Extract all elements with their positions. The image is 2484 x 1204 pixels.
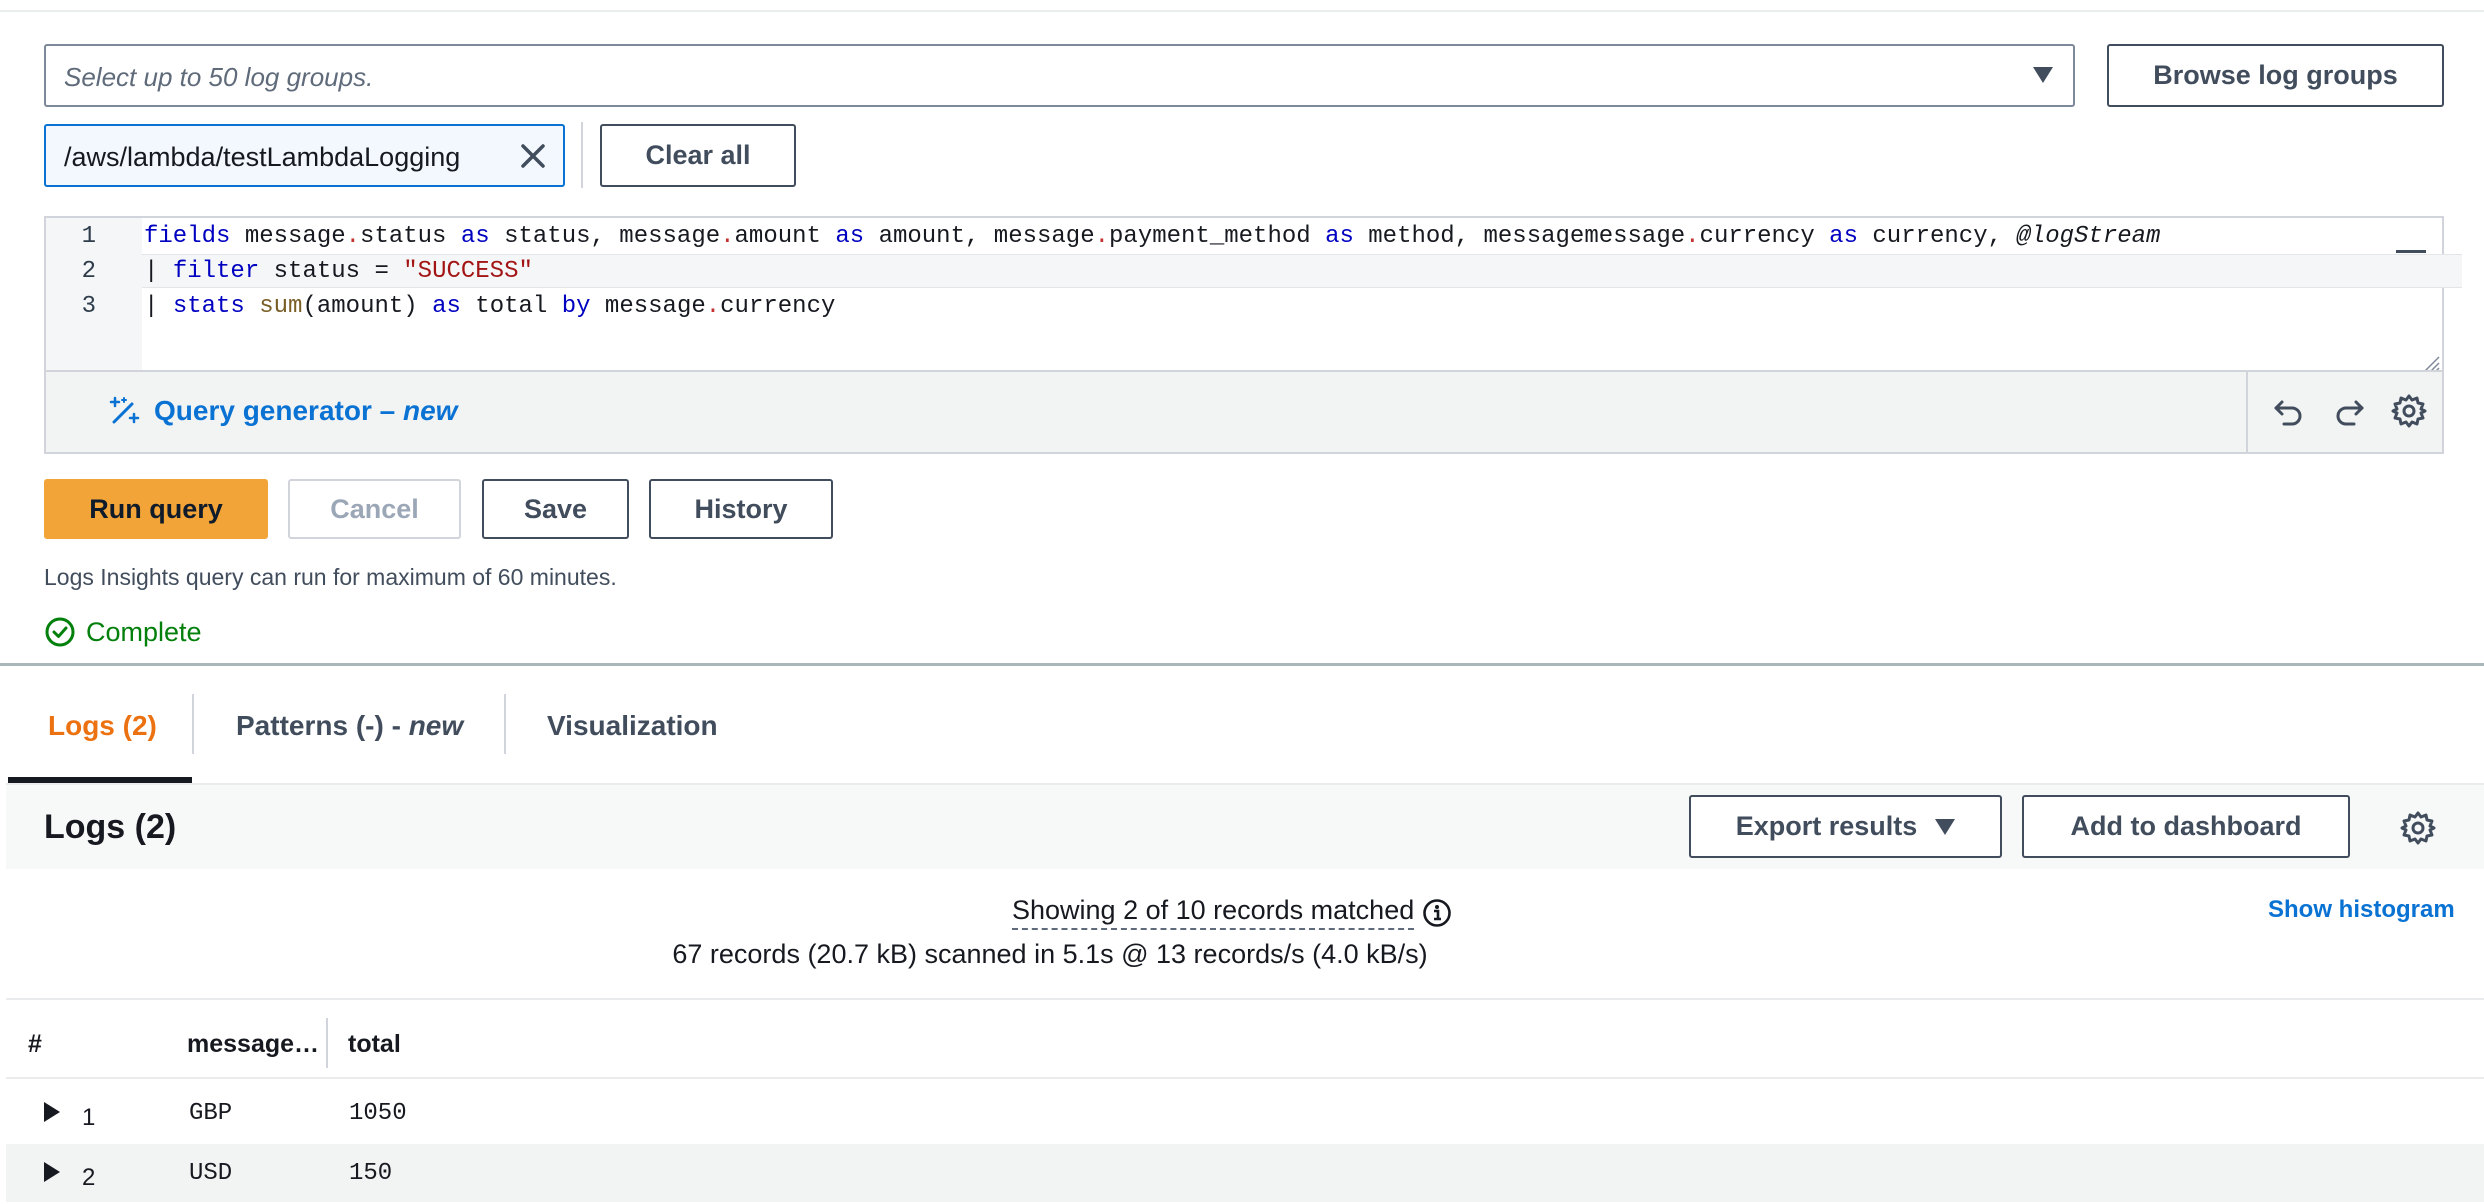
tab-patterns[interactable]: Patterns (-) - new <box>236 710 463 742</box>
query-line-1[interactable]: fields message.status as status, message… <box>144 223 2160 250</box>
cell-total: 150 <box>349 1160 393 1187</box>
undo-icon[interactable] <box>2270 392 2308 430</box>
query-status: Complete <box>44 616 202 648</box>
browse-log-groups-button[interactable]: Browse log groups <box>2107 44 2444 107</box>
line-number: 3 <box>81 293 96 320</box>
settings-gear-icon[interactable] <box>2390 392 2428 430</box>
table-settings-gear-icon[interactable] <box>2399 809 2437 847</box>
records-matched-label[interactable]: Showing 2 of 10 records matched <box>1012 895 1415 930</box>
add-to-dashboard-button[interactable]: Add to dashboard <box>2022 795 2350 858</box>
query-generator-label: Query generator <box>154 395 372 426</box>
log-group-select-placeholder: Select up to 50 log groups. <box>64 62 374 92</box>
query-line-3[interactable]: | stats sum(amount) as total by message.… <box>144 293 835 320</box>
line-number: 2 <box>81 258 96 285</box>
records-scanned-summary: 67 records (20.7 kB) scanned in 5.1s @ 1… <box>672 939 1428 969</box>
run-query-button[interactable]: Run query <box>44 479 268 539</box>
expand-row-triangle-icon[interactable] <box>44 1102 60 1122</box>
row-index: 2 <box>82 1164 96 1191</box>
tab-patterns-new-badge: new <box>408 710 464 741</box>
clear-all-button[interactable]: Clear all <box>600 124 796 187</box>
cell-currency: GBP <box>189 1100 233 1127</box>
selected-log-group-label: /aws/lambda/testLambdaLogging <box>64 142 461 172</box>
tab-logs[interactable]: Logs (2) <box>48 710 157 742</box>
selected-log-group-token: /aws/lambda/testLambdaLogging <box>44 124 565 187</box>
cancel-button[interactable]: Cancel <box>288 479 461 539</box>
resize-handle-icon[interactable] <box>2420 352 2440 372</box>
log-group-select[interactable]: Select up to 50 log groups. <box>44 44 2075 107</box>
editor-gutter: 1 2 3 <box>46 218 142 372</box>
redo-icon[interactable] <box>2330 392 2368 430</box>
top-divider <box>0 0 2484 12</box>
cell-currency: USD <box>189 1160 233 1187</box>
tab-divider <box>192 694 194 754</box>
token-divider <box>581 122 583 188</box>
export-results-label: Export results <box>1735 811 1918 841</box>
history-button[interactable]: History <box>649 479 833 539</box>
query-generator-link[interactable]: Query generator – new <box>108 394 457 428</box>
caret-down-icon <box>1935 818 1956 835</box>
line-number: 1 <box>81 223 96 250</box>
query-generator-new-badge: new <box>403 395 458 426</box>
table-divider <box>6 998 2484 1000</box>
toolbar-divider <box>2246 372 2248 454</box>
column-header-index: # <box>28 1030 42 1058</box>
magic-wand-icon <box>109 396 140 424</box>
cell-total: 1050 <box>349 1100 407 1127</box>
query-editor[interactable]: 1 2 3 fields message.status as status, m… <box>44 216 2462 454</box>
export-results-button[interactable]: Export results <box>1689 795 2002 858</box>
table-row[interactable]: 1 GBP 1050 <box>6 1084 2484 1142</box>
logs-panel-title: Logs (2) <box>44 808 177 846</box>
active-tab-indicator <box>8 777 192 783</box>
tab-visualization[interactable]: Visualization <box>547 710 718 742</box>
query-time-limit-note: Logs Insights query can run for maximum … <box>44 564 617 590</box>
column-header-message[interactable]: message… <box>187 1030 319 1059</box>
remove-token-icon[interactable] <box>517 140 549 172</box>
info-icon[interactable] <box>1422 898 1452 928</box>
row-index: 1 <box>82 1104 96 1131</box>
column-header-total[interactable]: total <box>348 1030 401 1059</box>
editor-footer: Query generator – new <box>46 370 2442 454</box>
records-matched-summary: Showing 2 of 10 records matched <box>1012 895 1452 930</box>
expand-row-triangle-icon[interactable] <box>44 1162 60 1182</box>
tab-patterns-label: Patterns (-) - <box>236 710 409 741</box>
query-line-2[interactable]: | filter status = "SUCCESS" <box>144 258 533 285</box>
column-divider[interactable] <box>326 1018 328 1068</box>
results-tabs: Logs (2) Patterns (-) - new Visualizatio… <box>6 666 2484 784</box>
editor-scroll-indicator <box>2396 250 2426 253</box>
tab-divider <box>504 694 506 754</box>
show-histogram-link[interactable]: Show histogram <box>2268 896 2455 924</box>
check-circle-icon <box>45 617 75 647</box>
query-generator-separator: – <box>371 395 403 426</box>
table-header-divider <box>6 1077 2484 1079</box>
query-status-label: Complete <box>86 616 202 647</box>
caret-down-icon <box>2033 67 2053 83</box>
save-button[interactable]: Save <box>482 479 629 539</box>
table-row[interactable]: 2 USD 150 <box>6 1144 2484 1202</box>
